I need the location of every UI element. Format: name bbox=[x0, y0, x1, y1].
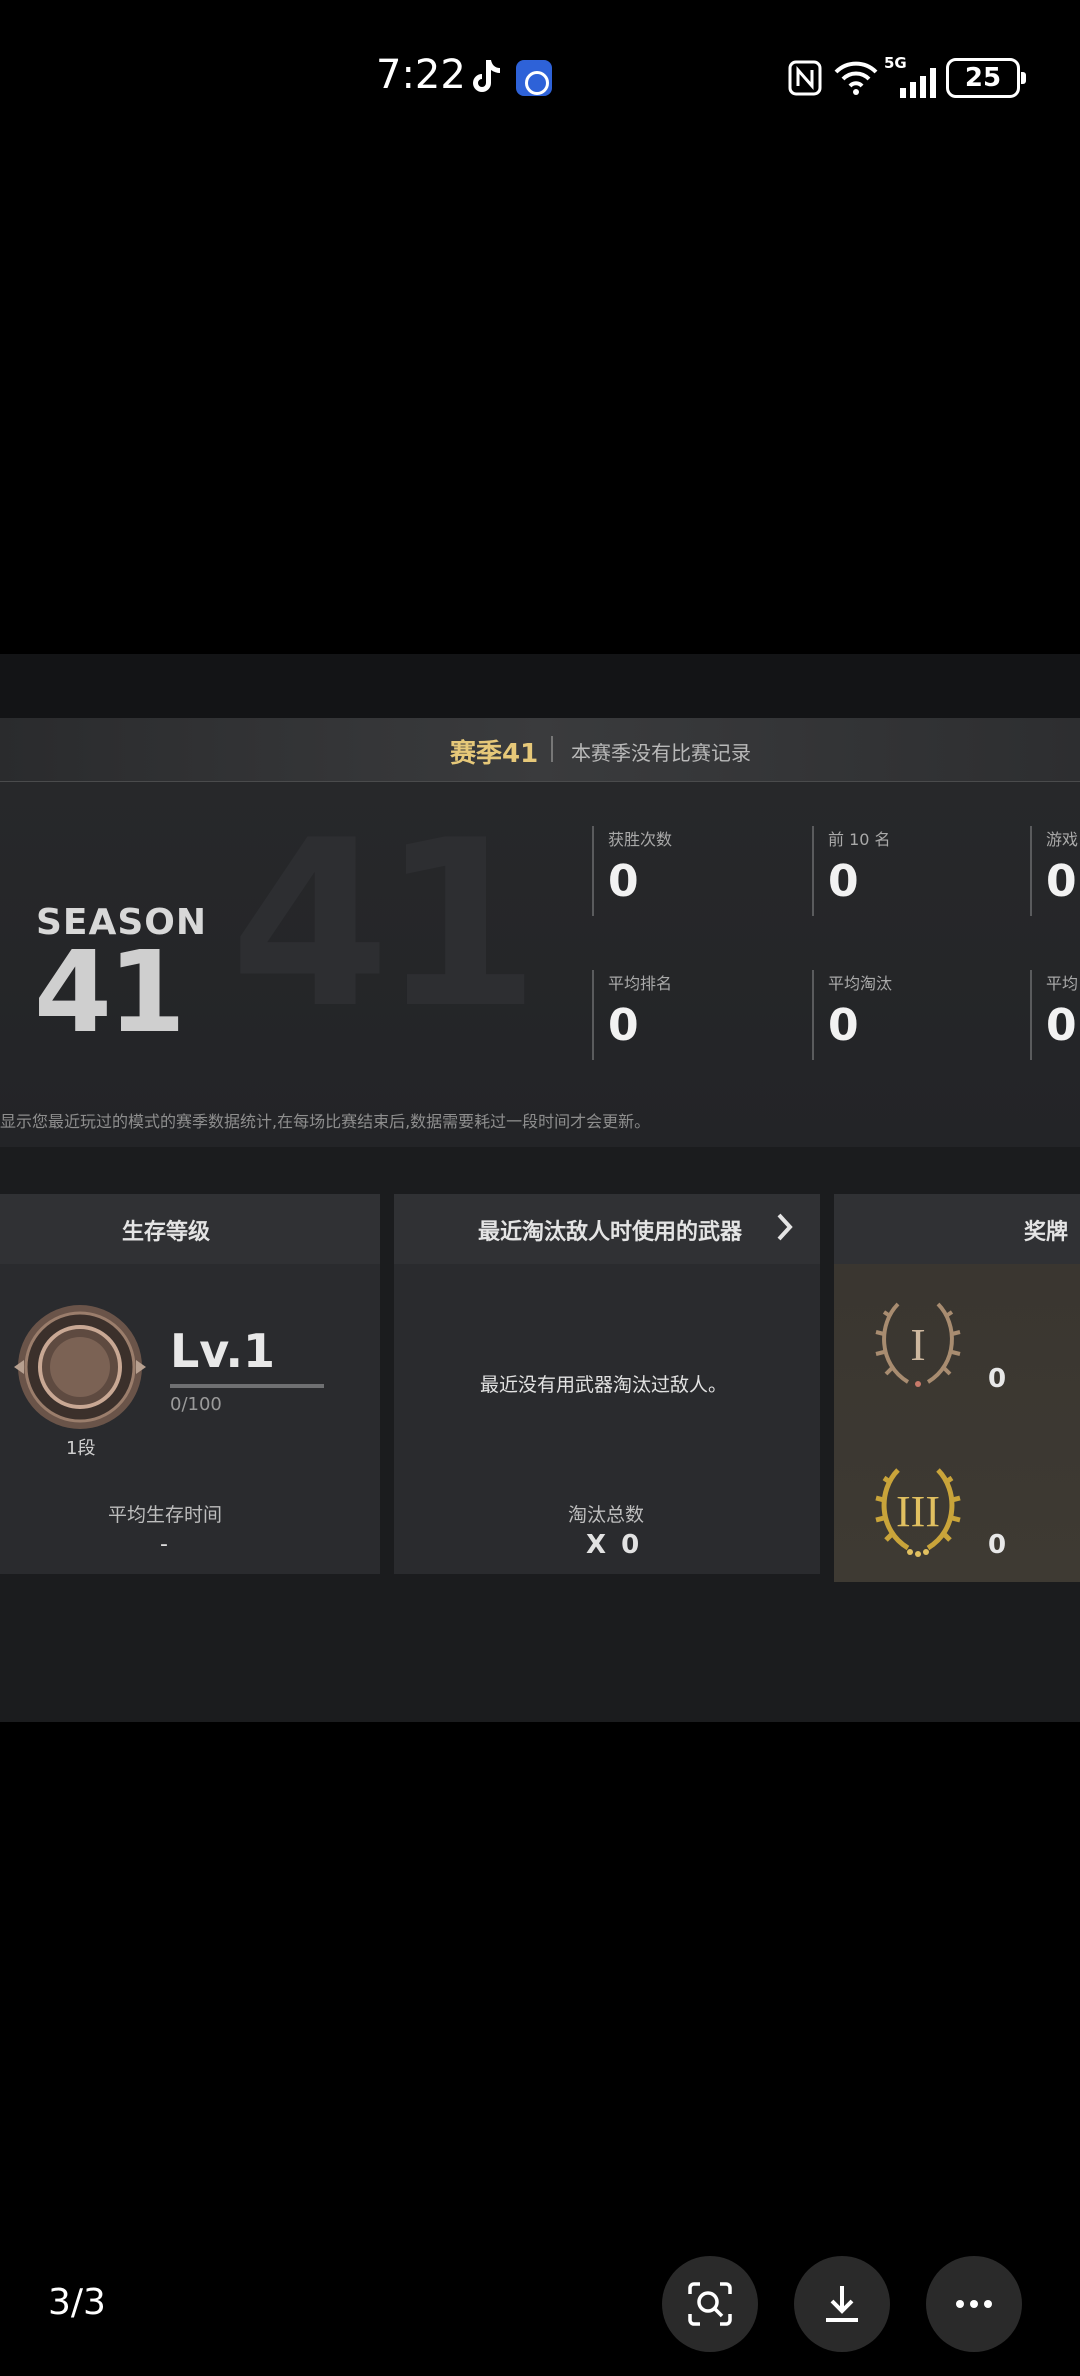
level-text: Lv.1 bbox=[170, 1324, 276, 1378]
panel-header: 奖牌 bbox=[834, 1194, 1080, 1264]
panel-header: 最近淘汰敌人时使用的武器 bbox=[394, 1194, 820, 1264]
more-options-button[interactable] bbox=[926, 2256, 1022, 2352]
medal-numeral: III bbox=[896, 1487, 940, 1536]
medal-count: 0 bbox=[988, 1530, 1007, 1560]
chevron-right-icon[interactable] bbox=[774, 1210, 796, 1244]
level-progress-bar bbox=[170, 1384, 324, 1388]
battery-level: 25 bbox=[964, 63, 1002, 93]
top-band bbox=[0, 654, 1080, 718]
stat-label: 平均排名 bbox=[608, 974, 673, 993]
avg-survival-label: 平均生存时间 bbox=[108, 1504, 223, 1526]
download-button[interactable] bbox=[794, 2256, 890, 2352]
total-elims-value: X 0 bbox=[586, 1530, 643, 1560]
app-icon bbox=[516, 60, 552, 96]
stat-value: 0 bbox=[828, 856, 859, 907]
stat-top10: 前 10 名 0 bbox=[812, 826, 1012, 916]
stat-label: 获胜次数 bbox=[608, 830, 673, 849]
medal-count: 0 bbox=[988, 1364, 1007, 1394]
panel-title: 生存等级 bbox=[122, 1220, 211, 1245]
nfc-icon bbox=[788, 60, 822, 96]
survival-panel[interactable]: 生存等级 Lv.1 0/100 1段 平均生存时间 - bbox=[0, 1194, 380, 1574]
panel-header: 生存等级 bbox=[0, 1194, 380, 1264]
weapon-message: 最近没有用武器淘汰过敌人。 bbox=[480, 1374, 728, 1396]
tier-text: 1段 bbox=[66, 1438, 96, 1459]
stat-avg-elims: 平均淘汰 0 bbox=[812, 970, 1012, 1060]
stat-value: 0 bbox=[608, 856, 639, 907]
season-subtitle: 本赛季没有比赛记录 bbox=[571, 741, 751, 765]
battery-icon: 25 bbox=[946, 58, 1026, 98]
stat-value: 0 bbox=[1046, 1000, 1077, 1051]
season-title: 赛季41 bbox=[450, 739, 539, 769]
season-watermark: 41 bbox=[230, 792, 540, 1059]
status-time: 7:22 bbox=[376, 52, 466, 98]
status-bar: 7:22 5G 25 bbox=[0, 0, 1080, 160]
stat-avg-rank: 平均排名 0 bbox=[592, 970, 792, 1060]
tiktok-icon bbox=[473, 60, 500, 92]
medals-panel[interactable]: 奖牌 I 0 III 0 bbox=[834, 1194, 1080, 1582]
weapon-panel[interactable]: 最近淘汰敌人时使用的武器 最近没有用武器淘汰过敌人。 淘汰总数 X 0 bbox=[394, 1194, 820, 1574]
avg-survival-value: - bbox=[160, 1532, 168, 1557]
page-indicator: 3/3 bbox=[48, 2282, 106, 2323]
stat-label: 游戏 bbox=[1046, 830, 1079, 849]
divider bbox=[551, 736, 553, 762]
stat-games: 游戏 0 bbox=[1030, 826, 1080, 916]
medal-laurel-icon: I bbox=[875, 1302, 961, 1387]
stat-label: 平均 bbox=[1046, 974, 1079, 993]
download-icon bbox=[826, 2286, 858, 2322]
stat-wins: 获胜次数 0 bbox=[592, 826, 792, 916]
stat-avg-other: 平均 0 bbox=[1030, 970, 1080, 1060]
season-stats: 41 SEASON 41 获胜次数 0 前 10 名 0 游戏 0 平均排名 0… bbox=[0, 782, 1080, 1147]
season-number: 41 bbox=[34, 928, 186, 1058]
stat-label: 平均淘汰 bbox=[828, 974, 893, 993]
visual-search-button[interactable] bbox=[662, 2256, 758, 2352]
stat-label: 前 10 名 bbox=[828, 830, 891, 849]
medal-numeral: I bbox=[910, 1319, 925, 1370]
game-screenshot: 赛季41 本赛季没有比赛记录 41 SEASON 41 获胜次数 0 前 10 … bbox=[0, 654, 1080, 1722]
wifi-icon bbox=[834, 61, 878, 95]
more-icon bbox=[956, 2300, 992, 2308]
medal-laurel-icon: III bbox=[875, 1468, 961, 1557]
stat-value: 0 bbox=[1046, 856, 1077, 907]
panel-title: 最近淘汰敌人时使用的武器 bbox=[478, 1220, 743, 1245]
search-lens-icon bbox=[688, 2282, 732, 2326]
stat-value: 0 bbox=[608, 1000, 639, 1051]
total-elims-label: 淘汰总数 bbox=[568, 1504, 645, 1526]
signal-icon: 5G bbox=[884, 54, 940, 98]
rank-emblem-icon bbox=[14, 1305, 146, 1429]
stat-value: 0 bbox=[828, 1000, 859, 1051]
stats-note: 显示您最近玩过的模式的赛季数据统计,在每场比赛结束后,数据需要耗过一段时间才会更… bbox=[0, 1112, 651, 1131]
xp-text: 0/100 bbox=[170, 1394, 222, 1415]
panel-title: 奖牌 bbox=[1024, 1220, 1069, 1245]
season-header: 赛季41 本赛季没有比赛记录 bbox=[0, 718, 1080, 782]
